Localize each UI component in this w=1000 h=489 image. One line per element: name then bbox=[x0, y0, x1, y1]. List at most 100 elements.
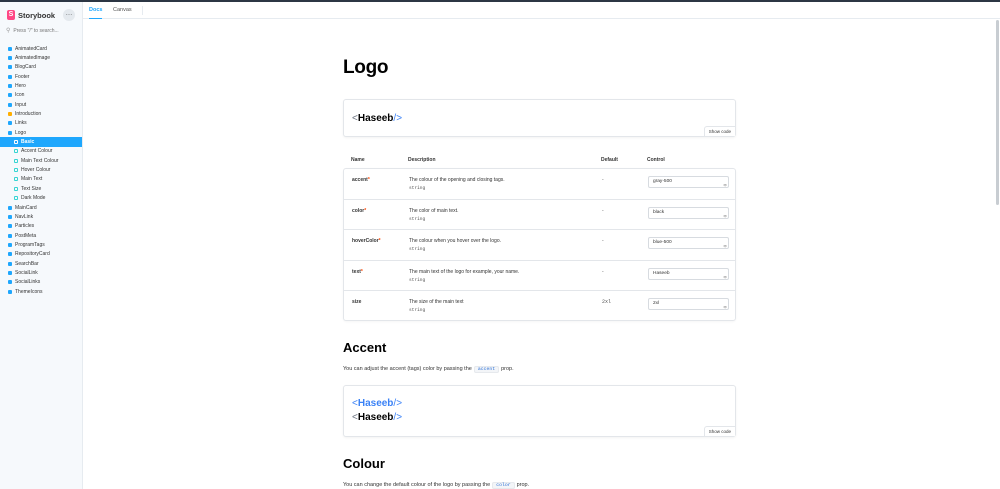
sidebar-item-label: Logo bbox=[15, 129, 27, 136]
arg-description: The main text of the logo for example, y… bbox=[409, 268, 520, 275]
arg-type: string bbox=[409, 186, 426, 191]
logo-close-bracket: /> bbox=[393, 412, 403, 423]
sidebar-item-main-text[interactable]: Main Text bbox=[0, 175, 82, 184]
tab-canvas[interactable]: Canvas bbox=[113, 2, 132, 19]
sidebar-item-label: BlogCard bbox=[15, 64, 36, 71]
sidebar-item-blogcard[interactable]: BlogCard bbox=[0, 63, 82, 72]
arg-default: 2xl bbox=[602, 299, 612, 305]
sidebar-item-hover-colour[interactable]: Hover Colour bbox=[0, 165, 82, 174]
sidebar-item-label: MainCard bbox=[15, 204, 37, 211]
resize-handle-icon[interactable]: ≑ bbox=[723, 183, 727, 189]
search-input[interactable] bbox=[13, 27, 76, 34]
arg-default: - bbox=[602, 268, 604, 275]
section-heading-colour: Colour bbox=[343, 456, 385, 471]
search-icon: ⚲ bbox=[6, 28, 11, 34]
sidebar-item-animatedimage[interactable]: AnimatedImage bbox=[0, 53, 82, 62]
sidebar-item-label: SearchBar bbox=[15, 260, 39, 267]
sidebar-item-label: RepositoryCard bbox=[15, 251, 50, 258]
sidebar-item-logo[interactable]: Logo bbox=[0, 128, 82, 137]
component-icon bbox=[8, 65, 12, 70]
sidebar-item-maincard[interactable]: MainCard bbox=[0, 203, 82, 212]
sidebar-item-label: Text Size bbox=[21, 185, 42, 192]
sidebar-item-label: Footer bbox=[15, 73, 30, 80]
component-icon bbox=[8, 233, 12, 238]
sidebar-item-label: Particles bbox=[15, 223, 35, 230]
logo-text: Haseeb bbox=[357, 113, 394, 124]
arg-type: string bbox=[409, 277, 426, 283]
story-preview-accent: <Haseeb/> <Haseeb/> Show code bbox=[343, 385, 736, 437]
control-color-input[interactable] bbox=[648, 206, 729, 219]
show-code-button[interactable]: Show code bbox=[703, 126, 735, 136]
sidebar-item-label: Main Text Colour bbox=[21, 157, 59, 164]
sidebar-item-text-size[interactable]: Text Size bbox=[0, 184, 82, 193]
search-bar[interactable]: ⚲ bbox=[6, 25, 78, 36]
logo-preview[interactable]: <Haseeb/> bbox=[352, 113, 402, 124]
arg-default: - bbox=[602, 238, 604, 244]
sidebar-item-sociallink[interactable]: SocialLink bbox=[0, 268, 82, 277]
logo-text: Haseeb bbox=[357, 412, 394, 423]
arg-description: The color of main text. bbox=[409, 207, 459, 214]
control-accent-input[interactable] bbox=[648, 176, 729, 188]
component-icon bbox=[8, 270, 12, 275]
sidebar-item-animatedcard[interactable]: AnimatedCard bbox=[0, 44, 82, 53]
sidebar-item-icon[interactable]: Icon bbox=[0, 91, 82, 100]
sidebar-item-label: SocialLinks bbox=[15, 279, 41, 286]
control-text-input[interactable] bbox=[648, 267, 729, 280]
sidebar-item-main-text-colour[interactable]: Main Text Colour bbox=[0, 156, 82, 165]
storybook-logo-icon: S bbox=[7, 10, 15, 20]
sidebar-item-hero[interactable]: Hero bbox=[0, 81, 82, 90]
sidebar-menu-button[interactable]: … bbox=[63, 9, 75, 21]
arg-default: - bbox=[602, 177, 604, 183]
sidebar-item-label: PostMeta bbox=[15, 232, 37, 239]
resize-handle-icon[interactable]: ≑ bbox=[723, 214, 727, 220]
toolbar-divider bbox=[142, 6, 143, 15]
logo-preview-blue-accent[interactable]: <Haseeb/> bbox=[352, 398, 402, 409]
sidebar-item-label: SocialLink bbox=[15, 269, 38, 276]
component-icon bbox=[8, 261, 12, 266]
arg-name: text* bbox=[352, 268, 363, 275]
story-icon bbox=[14, 196, 18, 201]
sidebar-item-themeicons[interactable]: ThemeIcons bbox=[0, 287, 82, 296]
sidebar-item-links[interactable]: Links bbox=[0, 119, 82, 128]
sidebar-item-programtags[interactable]: ProgramTags bbox=[0, 240, 82, 249]
component-icon bbox=[8, 46, 12, 51]
header-default: Default bbox=[601, 157, 618, 163]
scrollbar-thumb[interactable] bbox=[996, 20, 999, 205]
sidebar-item-input[interactable]: Input bbox=[0, 100, 82, 109]
sidebar-item-label: Dark Mode bbox=[21, 195, 46, 202]
show-code-button[interactable]: Show code bbox=[703, 426, 735, 436]
resize-handle-icon[interactable]: ≑ bbox=[723, 275, 727, 281]
sidebar-item-footer[interactable]: Footer bbox=[0, 72, 82, 81]
arg-name: size bbox=[352, 299, 362, 305]
sidebar-item-label: ProgramTags bbox=[15, 241, 45, 248]
sidebar-item-particles[interactable]: Particles bbox=[0, 222, 82, 231]
resize-handle-icon[interactable]: ≑ bbox=[723, 244, 727, 250]
sidebar-item-repositorycard[interactable]: RepositoryCard bbox=[0, 250, 82, 259]
logo-preview-default[interactable]: <Haseeb/> bbox=[352, 412, 402, 423]
component-icon bbox=[8, 224, 12, 229]
control-size-input[interactable] bbox=[648, 298, 729, 310]
sidebar-item-searchbar[interactable]: SearchBar bbox=[0, 259, 82, 268]
component-icon bbox=[8, 121, 12, 126]
sidebar-item-label: Icon bbox=[15, 92, 25, 99]
sidebar-item-basic[interactable]: Basic bbox=[0, 137, 82, 147]
sidebar-item-dark-mode[interactable]: Dark Mode bbox=[0, 194, 82, 203]
brand-name: Storybook bbox=[18, 10, 56, 20]
brand[interactable]: S Storybook bbox=[7, 9, 55, 21]
toolbar: Docs Canvas bbox=[83, 2, 1000, 19]
sidebar-item-sociallinks[interactable]: SocialLinks bbox=[0, 278, 82, 287]
arg-type: string bbox=[409, 247, 426, 252]
arg-description: The colour of the opening and closing ta… bbox=[409, 177, 505, 183]
sidebar-item-introduction[interactable]: Introduction bbox=[0, 109, 82, 118]
tab-docs[interactable]: Docs bbox=[89, 2, 103, 19]
sidebar-item-accent-colour[interactable]: Accent Colour bbox=[0, 147, 82, 156]
sidebar-item-navlink[interactable]: NavLink bbox=[0, 212, 82, 221]
main-scrollbar[interactable] bbox=[994, 20, 1000, 489]
story-icon bbox=[14, 149, 18, 154]
sidebar-item-label: Hero bbox=[15, 83, 26, 90]
resize-handle-icon[interactable]: ≑ bbox=[723, 305, 727, 311]
control-hover-color-input[interactable] bbox=[648, 237, 729, 249]
arg-type: string bbox=[409, 308, 426, 313]
story-preview-basic: <Haseeb/> Show code bbox=[343, 99, 736, 137]
sidebar-item-postmeta[interactable]: PostMeta bbox=[0, 231, 82, 240]
